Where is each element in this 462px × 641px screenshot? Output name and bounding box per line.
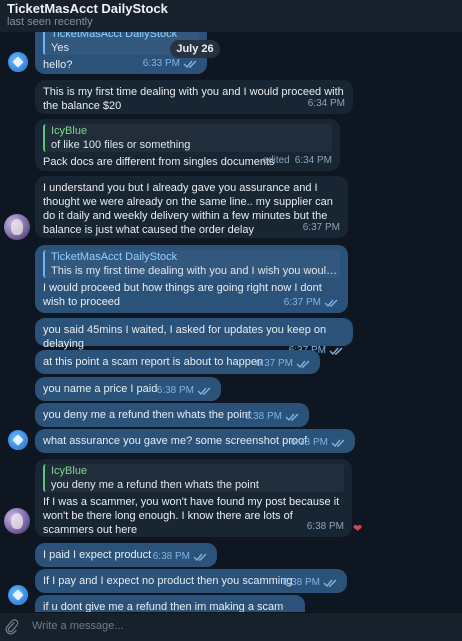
message-text: if u dont give me a refund then im makin…	[43, 601, 284, 612]
message-bubble-outgoing[interactable]: I paid I expect product 6:38 PM	[35, 543, 217, 567]
message-time: 6:38 PM	[306, 521, 344, 532]
message-bubble-incoming[interactable]: IcyBlue of like 100 files or something P…	[35, 119, 340, 171]
read-checkmarks-icon	[323, 579, 337, 588]
message-text: I understand you but I already gave you …	[43, 182, 333, 236]
edited-label: edited	[262, 155, 290, 166]
date-badge: July 26	[170, 40, 220, 58]
user-avatar[interactable]	[4, 508, 30, 534]
message-text: This is my first time dealing with you a…	[43, 86, 344, 112]
telegram-avatar-icon[interactable]	[8, 52, 28, 72]
chat-status: last seen recently	[7, 16, 93, 28]
reply-quote[interactable]: IcyBlue of like 100 files or something	[43, 124, 332, 152]
message-list[interactable]: TicketMasAcct DailyStock Yes hello? 6:33…	[0, 32, 462, 612]
read-checkmarks-icon	[331, 439, 345, 448]
message-bubble-outgoing[interactable]: If I pay and I expect no product then yo…	[35, 569, 347, 593]
chat-title[interactable]: TicketMasAcct DailyStock	[7, 1, 168, 16]
reply-author: IcyBlue	[51, 465, 88, 477]
chat-header[interactable]: TicketMasAcct DailyStock last seen recen…	[0, 0, 462, 32]
message-bubble-outgoing[interactable]: if u dont give me a refund then im makin…	[35, 595, 305, 612]
read-checkmarks-icon	[329, 347, 343, 356]
message-time: 6:37 PM	[302, 222, 340, 233]
read-checkmarks-icon	[285, 413, 299, 422]
message-bubble-incoming[interactable]: IcyBlue you deny me a refund then whats …	[35, 459, 352, 537]
reply-quote[interactable]: TicketMasAcct DailyStock This is my firs…	[43, 250, 340, 278]
message-time: 6:38 PM	[152, 551, 190, 562]
heart-reaction-icon[interactable]: ❤	[353, 522, 362, 535]
message-text: If I was a scammer, you won't have found…	[43, 496, 340, 536]
read-checkmarks-icon	[296, 360, 310, 369]
message-bubble-outgoing[interactable]: what assurance you gave me? some screens…	[35, 429, 355, 453]
message-time: 6:38 PM	[282, 577, 320, 588]
message-bubble-outgoing[interactable]: at this point a scam report is about to …	[35, 350, 320, 374]
message-time: 6:34 PM	[294, 155, 332, 166]
message-bubble-outgoing[interactable]: you name a price I paid 6:38 PM	[35, 377, 221, 401]
reply-quote[interactable]: IcyBlue you deny me a refund then whats …	[43, 464, 344, 492]
telegram-avatar-icon[interactable]	[8, 585, 28, 605]
message-bubble-outgoing[interactable]: you deny me a refund then whats the poin…	[35, 403, 309, 427]
reply-text: you deny me a refund then whats the poin…	[51, 479, 259, 491]
message-bubble-outgoing[interactable]: TicketMasAcct DailyStock This is my firs…	[35, 245, 348, 313]
paperclip-icon[interactable]	[5, 619, 19, 635]
message-time: 6:34 PM	[307, 98, 345, 109]
message-time: 6:37 PM	[283, 297, 321, 308]
reply-text: of like 100 files or something	[51, 139, 191, 151]
message-time: 6:33 PM	[142, 58, 180, 69]
message-time: 6:38 PM	[244, 411, 282, 422]
message-bubble-incoming[interactable]: I understand you but I already gave you …	[35, 176, 348, 238]
read-checkmarks-icon	[324, 299, 338, 308]
telegram-avatar-icon[interactable]	[8, 430, 28, 450]
message-time: 6:37 PM	[255, 358, 293, 369]
reply-author: IcyBlue	[51, 125, 88, 137]
read-checkmarks-icon	[193, 553, 207, 562]
reply-text: This is my first time dealing with you a…	[51, 265, 340, 277]
message-composer[interactable]: Write a message...	[0, 612, 462, 641]
message-time: 6:38 PM	[156, 385, 194, 396]
message-time: 6:38 PM	[290, 437, 328, 448]
message-bubble-incoming[interactable]: This is my first time dealing with you a…	[35, 80, 353, 114]
read-checkmarks-icon	[183, 60, 197, 69]
reply-author: TicketMasAcct DailyStock	[51, 251, 178, 263]
read-checkmarks-icon	[197, 387, 211, 396]
user-avatar[interactable]	[4, 214, 30, 240]
message-bubble-outgoing[interactable]: you said 45mins I waited, I asked for up…	[35, 318, 353, 356]
message-input[interactable]: Write a message...	[32, 620, 124, 632]
